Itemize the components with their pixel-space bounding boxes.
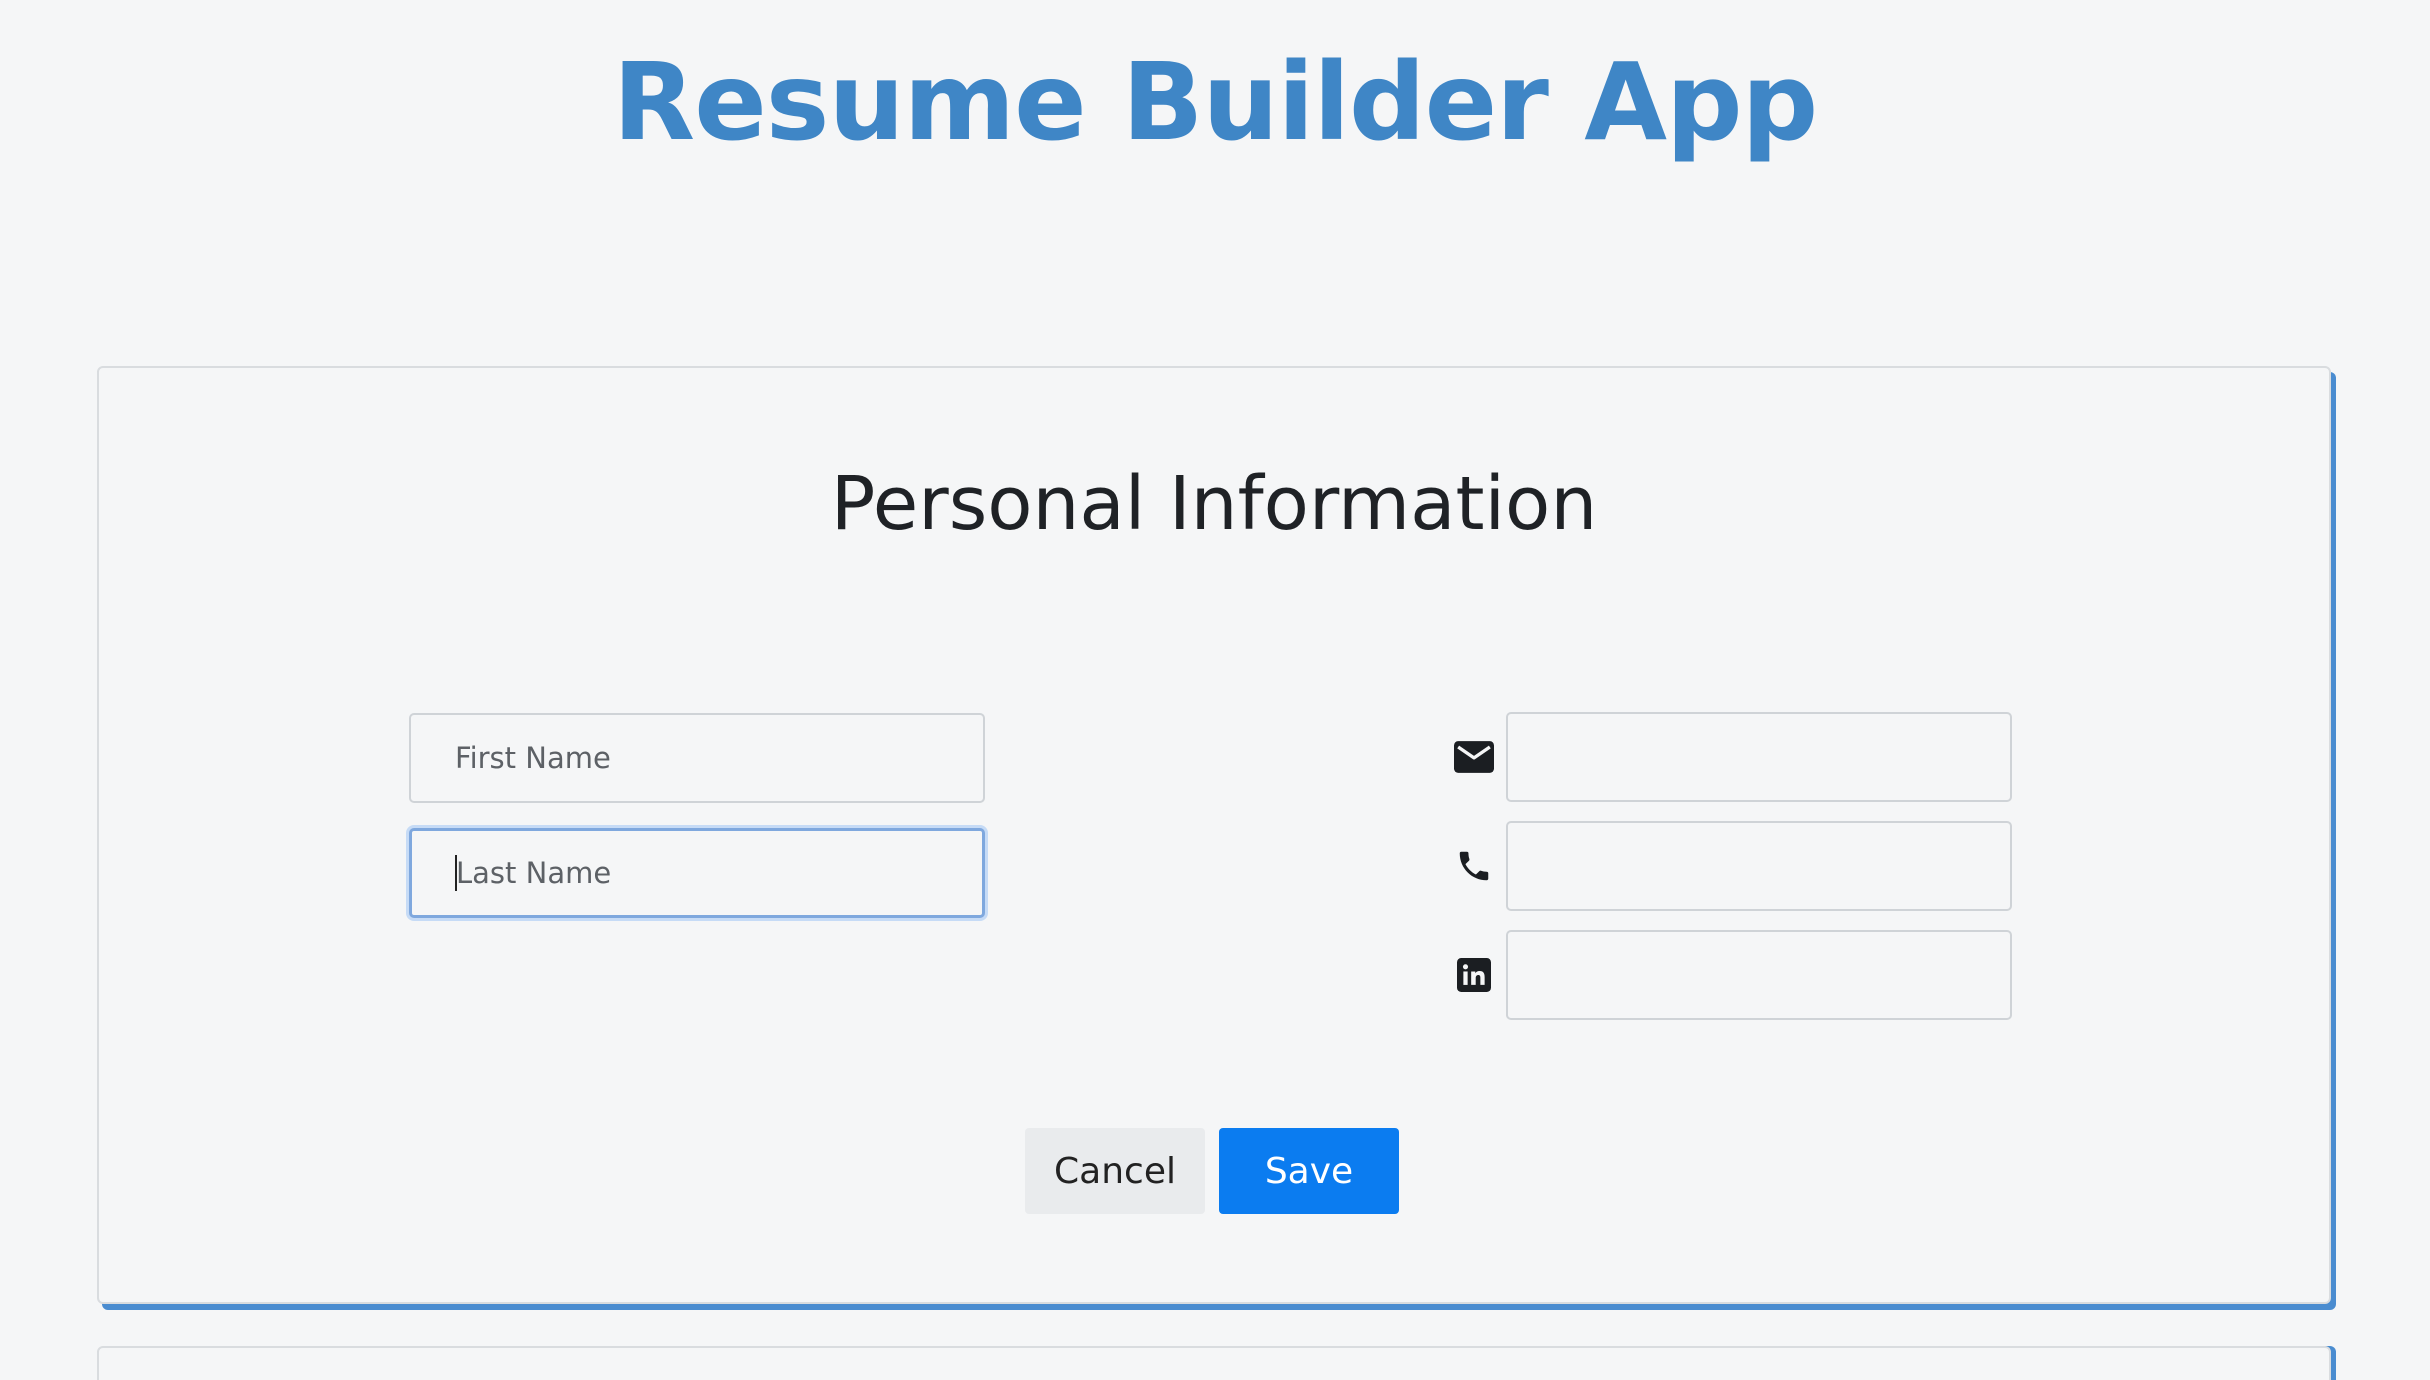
save-button[interactable]: Save [1219,1128,1399,1214]
last-name-input[interactable] [409,828,985,918]
personal-info-card: Personal Information Canc [97,366,2331,1304]
first-name-input[interactable] [409,713,985,803]
text-caret [455,855,457,891]
phone-input[interactable] [1506,821,2012,911]
app-title: Resume Builder App [612,41,1818,165]
mail-icon [1453,736,1495,778]
next-section-card [97,1346,2331,1380]
section-title: Personal Information [830,461,1598,547]
page: Resume Builder App Personal Information [0,0,2430,1380]
email-input[interactable] [1506,712,2012,802]
linkedin-input[interactable] [1506,930,2012,1020]
phone-icon [1453,845,1495,887]
cancel-button[interactable]: Cancel [1025,1128,1205,1214]
linkedin-icon [1453,954,1495,996]
